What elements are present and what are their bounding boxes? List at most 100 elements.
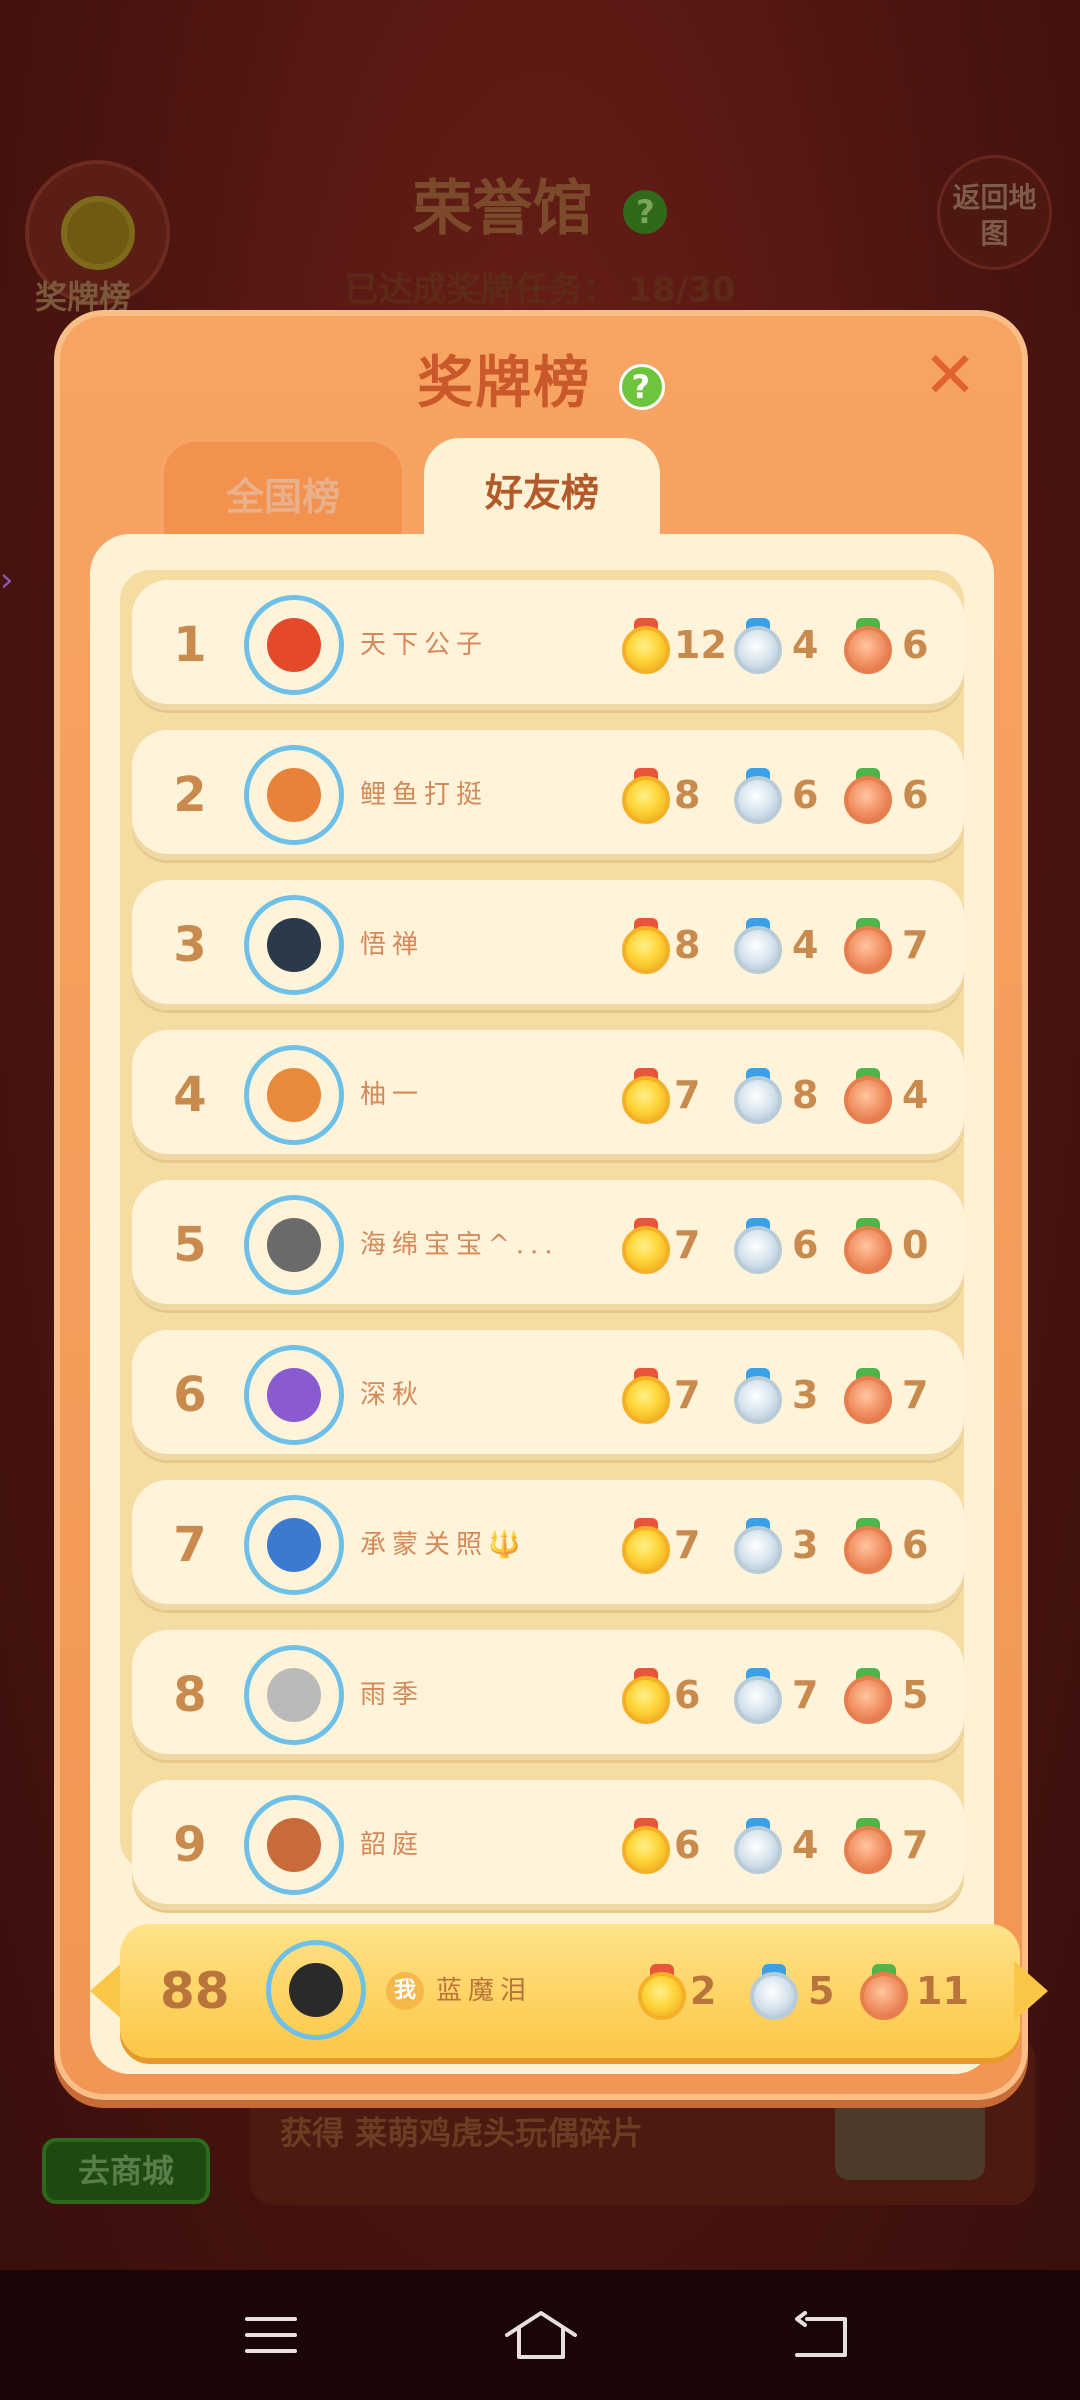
player-avatar[interactable] bbox=[244, 1345, 344, 1445]
rank-number: 8 bbox=[173, 1667, 207, 1723]
player-avatar[interactable] bbox=[244, 1045, 344, 1145]
ranking-row[interactable]: 4 柚一 7 8 4 bbox=[132, 1030, 964, 1160]
tab-national-ranking[interactable]: 全国榜 bbox=[160, 438, 406, 538]
ranking-row[interactable]: 6 深秋 7 3 7 bbox=[132, 1330, 964, 1460]
rank-number: 7 bbox=[173, 1517, 207, 1573]
bronze-medal-icon bbox=[844, 1518, 892, 1574]
silver-medal-icon bbox=[734, 1218, 782, 1274]
silver-medal-icon bbox=[734, 918, 782, 974]
player-avatar[interactable] bbox=[244, 1795, 344, 1895]
rank-number: 5 bbox=[173, 1217, 207, 1273]
rank-number: 9 bbox=[173, 1817, 207, 1873]
system-navigation-bar bbox=[0, 2270, 1080, 2400]
silver-count: 3 bbox=[792, 1523, 819, 1567]
bronze-medal-icon bbox=[844, 918, 892, 974]
ranking-row[interactable]: 7 承蒙关照🔱 7 3 6 bbox=[132, 1480, 964, 1610]
player-avatar[interactable] bbox=[244, 1195, 344, 1295]
avatar-face bbox=[267, 918, 321, 972]
go-to-shop-button[interactable]: 去商城 bbox=[42, 2138, 210, 2204]
leaderboard-panel: 1 天下公子 12 4 6 2 鲤鱼打挺 8 6 6 3 悟禅 8 4 7 4 柚一 7 8 4 5 海绵宝宝^... 7 6… bbox=[90, 534, 994, 2074]
player-avatar[interactable] bbox=[244, 895, 344, 995]
rank-number: 3 bbox=[173, 917, 207, 973]
ranking-row[interactable]: 1 天下公子 12 4 6 bbox=[132, 580, 964, 710]
gold-count: 7 bbox=[674, 1073, 701, 1117]
my-avatar[interactable] bbox=[266, 1940, 366, 2040]
rank-number: 2 bbox=[173, 767, 207, 823]
gold-medal-icon bbox=[638, 1964, 686, 2020]
my-bronze-count: 11 bbox=[916, 1969, 969, 2013]
gold-count: 6 bbox=[674, 1823, 701, 1867]
silver-medal-icon bbox=[734, 1518, 782, 1574]
player-avatar[interactable] bbox=[244, 595, 344, 695]
gold-medal-icon bbox=[622, 1518, 670, 1574]
bronze-count: 4 bbox=[902, 1073, 929, 1117]
bronze-count: 7 bbox=[902, 923, 929, 967]
gold-medal-icon bbox=[622, 1368, 670, 1424]
leaderboard-list[interactable]: 1 天下公子 12 4 6 2 鲤鱼打挺 8 6 6 3 悟禅 8 4 7 4 柚一 7 8 4 5 海绵宝宝^... 7 6… bbox=[120, 570, 964, 1910]
ranking-row[interactable]: 8 雨季 6 7 5 bbox=[132, 1630, 964, 1760]
rank-number: 6 bbox=[173, 1367, 207, 1423]
hall-title: 荣誉馆 ? bbox=[0, 160, 1080, 247]
home-icon[interactable] bbox=[496, 2300, 586, 2370]
silver-count: 6 bbox=[792, 1223, 819, 1267]
me-badge: 我 bbox=[386, 1972, 424, 2010]
bronze-medal-icon bbox=[844, 768, 892, 824]
silver-medal-icon bbox=[734, 1818, 782, 1874]
bronze-medal-icon bbox=[844, 1068, 892, 1124]
player-name: 韶庭 bbox=[360, 1830, 425, 1860]
bronze-count: 0 bbox=[902, 1223, 929, 1267]
medal-task-progress: 已达成奖牌任务： 18/30 bbox=[0, 262, 1080, 311]
silver-medal-icon bbox=[734, 618, 782, 674]
player-name: 悟禅 bbox=[360, 930, 425, 960]
silver-medal-icon bbox=[734, 1368, 782, 1424]
gold-medal-icon bbox=[622, 1218, 670, 1274]
gold-medal-icon bbox=[622, 618, 670, 674]
avatar-face bbox=[267, 1368, 321, 1422]
avatar-face bbox=[267, 1218, 321, 1272]
silver-medal-icon bbox=[734, 768, 782, 824]
gold-medal-icon bbox=[622, 768, 670, 824]
gold-count: 8 bbox=[674, 773, 701, 817]
player-name: 承蒙关照🔱 bbox=[360, 1530, 527, 1560]
left-arrow-icon[interactable]: › bbox=[0, 560, 40, 600]
player-avatar[interactable] bbox=[244, 1495, 344, 1595]
player-name: 柚一 bbox=[360, 1080, 425, 1110]
progress-value: 18/30 bbox=[628, 270, 736, 310]
gold-count: 8 bbox=[674, 923, 701, 967]
bronze-count: 5 bbox=[902, 1673, 929, 1717]
player-avatar[interactable] bbox=[244, 1645, 344, 1745]
silver-count: 6 bbox=[792, 773, 819, 817]
ranking-row[interactable]: 5 海绵宝宝^... 7 6 0 bbox=[132, 1180, 964, 1310]
ranking-row[interactable]: 9 韶庭 6 4 7 bbox=[132, 1780, 964, 1910]
bronze-count: 7 bbox=[902, 1373, 929, 1417]
player-name: 天下公子 bbox=[360, 630, 489, 660]
gold-medal-icon bbox=[622, 1818, 670, 1874]
my-avatar-face bbox=[289, 1963, 343, 2017]
bronze-medal-icon bbox=[844, 1218, 892, 1274]
gold-count: 12 bbox=[674, 623, 727, 667]
rank-number: 1 bbox=[173, 617, 207, 673]
help-icon[interactable]: ? bbox=[618, 363, 665, 410]
player-name: 鲤鱼打挺 bbox=[360, 780, 489, 810]
hall-help-icon[interactable]: ? bbox=[623, 190, 668, 235]
avatar-face bbox=[267, 1068, 321, 1122]
bronze-medal-icon bbox=[844, 1668, 892, 1724]
avatar-face bbox=[267, 1668, 321, 1722]
player-avatar[interactable] bbox=[244, 745, 344, 845]
player-name: 雨季 bbox=[360, 1680, 425, 1710]
close-button[interactable]: ✕ bbox=[920, 344, 980, 408]
avatar-face bbox=[267, 1518, 321, 1572]
ranking-row[interactable]: 3 悟禅 8 4 7 bbox=[132, 880, 964, 1010]
back-icon[interactable] bbox=[776, 2300, 866, 2370]
my-gold-count: 2 bbox=[690, 1969, 717, 2013]
gold-count: 7 bbox=[674, 1223, 701, 1267]
rank-number: 4 bbox=[173, 1067, 207, 1123]
menu-icon[interactable] bbox=[226, 2300, 316, 2370]
bronze-medal-icon bbox=[844, 1368, 892, 1424]
ranking-row[interactable]: 2 鲤鱼打挺 8 6 6 bbox=[132, 730, 964, 860]
my-rank-number: 88 bbox=[160, 1962, 230, 2020]
gold-medal-icon bbox=[622, 1068, 670, 1124]
bronze-count: 7 bbox=[902, 1823, 929, 1867]
back-to-map-button[interactable]: 返回地图 bbox=[937, 155, 1052, 270]
tab-friends-ranking[interactable]: 好友榜 bbox=[424, 438, 660, 538]
